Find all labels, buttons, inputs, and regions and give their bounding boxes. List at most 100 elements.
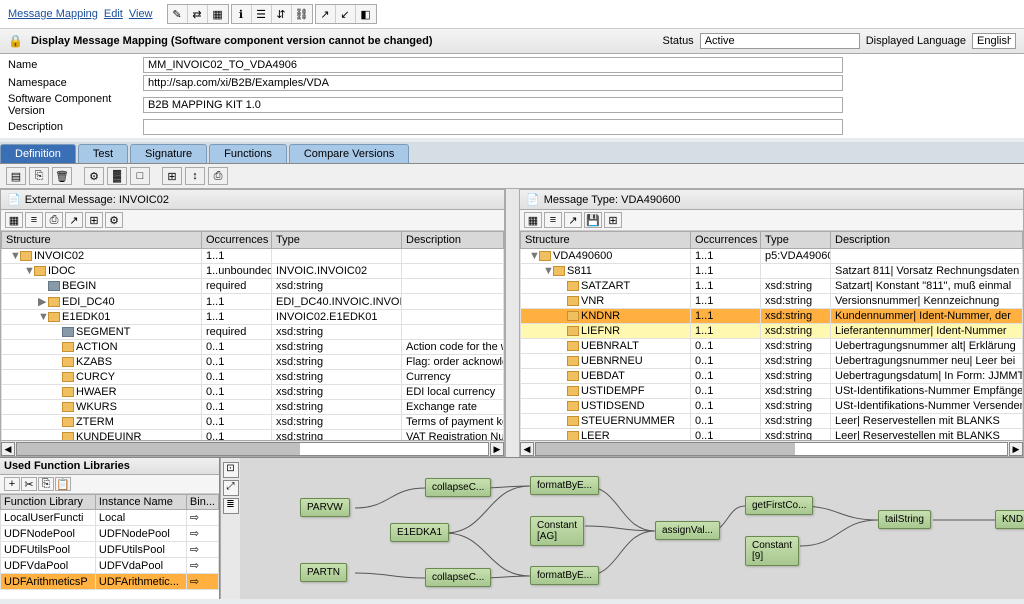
flow-node-cc2[interactable]: collapseC... xyxy=(425,568,491,587)
tool-icon[interactable]: ⎙ xyxy=(45,212,63,228)
table-row[interactable]: VNR1..1xsd:stringVersionsnummer| Kennzei… xyxy=(521,294,1023,309)
table-row[interactable]: HWAER0..1xsd:stringEDI local currency xyxy=(2,385,504,400)
table-row[interactable]: ZTERM0..1xsd:stringTerms of payment key xyxy=(2,415,504,430)
fit-icon[interactable]: ⤢ xyxy=(223,480,239,496)
left-hscroll[interactable]: ◀ ▶ xyxy=(1,440,504,456)
tool-icon[interactable]: □ xyxy=(130,167,150,185)
flow-node-parvw[interactable]: PARVW xyxy=(300,498,350,517)
import-icon[interactable]: ↙ xyxy=(336,5,356,23)
tool-icon[interactable]: ↕ xyxy=(185,167,205,185)
list-item[interactable]: LocalUserFunctiLocal⇨ xyxy=(1,510,219,526)
table-row[interactable]: BEGINrequiredxsd:string xyxy=(2,279,504,294)
right-grid[interactable]: Structure Occurrences Type Description ▼… xyxy=(520,231,1023,440)
tab-compare[interactable]: Compare Versions xyxy=(289,144,410,163)
scroll-right-icon[interactable]: ▶ xyxy=(1009,442,1023,456)
flow-node-const1[interactable]: Constant[AG] xyxy=(530,516,584,546)
col-description[interactable]: Description xyxy=(831,232,1023,249)
table-row[interactable]: ▼VDA4906001..1p5:VDA490600 xyxy=(521,249,1023,264)
scroll-left-icon[interactable]: ◀ xyxy=(1,442,15,456)
table-row[interactable]: ▼IDOC1..unboundedINVOIC.INVOIC02 xyxy=(2,264,504,279)
table-row[interactable]: ACTION0..1xsd:stringAction code for the … xyxy=(2,340,504,355)
tool-icon[interactable]: ⎙ xyxy=(208,167,228,185)
tool-icon[interactable]: ▦ xyxy=(5,212,23,228)
layout-icon[interactable]: ≣ xyxy=(223,498,239,514)
tool-icon[interactable]: ≡ xyxy=(25,212,43,228)
flow-node-tail[interactable]: tailString xyxy=(878,510,931,529)
info-icon[interactable]: ℹ xyxy=(232,5,252,23)
lib-col-bin[interactable]: Bin... xyxy=(186,495,218,510)
menu-edit[interactable]: Edit xyxy=(104,8,123,20)
list-item[interactable]: UDFNodePoolUDFNodePool⇨ xyxy=(1,526,219,542)
table-row[interactable]: ▼S8111..1Satzart 811| Vorsatz Rechnungsd… xyxy=(521,264,1023,279)
col-description[interactable]: Description xyxy=(402,232,504,249)
paste-icon[interactable]: 📋 xyxy=(55,477,71,491)
table-row[interactable]: UEBNRNEU0..1xsd:stringUebertragungsnumme… xyxy=(521,354,1023,369)
table-row[interactable]: KUNDEUINR0..1xsd:stringVAT Registration … xyxy=(2,430,504,441)
table-row[interactable]: LIEFNR1..1xsd:stringLieferantennummer| I… xyxy=(521,324,1023,339)
table-row[interactable]: STEUERNUMMER0..1xsd:stringLeer| Reserves… xyxy=(521,414,1023,429)
lib-col-instance[interactable]: Instance Name xyxy=(95,495,186,510)
name-field[interactable] xyxy=(143,57,843,73)
flow-node-kndnr[interactable]: KNDNR xyxy=(995,510,1024,529)
flow-node-cc1[interactable]: collapseC... xyxy=(425,478,491,497)
tool-icon[interactable]: ⚙ xyxy=(105,212,123,228)
tab-functions[interactable]: Functions xyxy=(209,144,287,163)
zoom-icon[interactable]: ⊡ xyxy=(223,462,239,478)
col-type[interactable]: Type xyxy=(761,232,831,249)
tool-icon[interactable]: ▤ xyxy=(6,167,26,185)
add-icon[interactable]: + xyxy=(4,477,20,491)
table-row[interactable]: ▼E1EDK011..1INVOIC02.E1EDK01 xyxy=(2,310,504,325)
tab-definition[interactable]: Definition xyxy=(0,144,76,163)
col-structure[interactable]: Structure xyxy=(2,232,202,249)
flow-node-const2[interactable]: Constant[9] xyxy=(745,536,799,566)
compare-icon[interactable]: ⇵ xyxy=(272,5,292,23)
left-grid[interactable]: Structure Occurrences Type Description ▼… xyxy=(1,231,504,440)
table-row[interactable]: ▶EDI_DC401..1EDI_DC40.INVOIC.INVOIC02 xyxy=(2,294,504,310)
table-row[interactable]: KNDNR1..1xsd:stringKundennummer| Ident-N… xyxy=(521,309,1023,324)
tool-icon[interactable]: ▦ xyxy=(524,212,542,228)
scroll-left-icon[interactable]: ◀ xyxy=(520,442,534,456)
tool-icon[interactable]: 💾 xyxy=(584,212,602,228)
table-row[interactable]: USTIDEMPF0..1xsd:stringUSt-Identifikatio… xyxy=(521,384,1023,399)
namespace-field[interactable] xyxy=(143,75,843,91)
table-row[interactable]: WKURS0..1xsd:stringExchange rate xyxy=(2,400,504,415)
tool-icon[interactable]: ⊞ xyxy=(85,212,103,228)
table-row[interactable]: LEER0..1xsd:stringLeer| Reservestellen m… xyxy=(521,429,1023,441)
export-icon[interactable]: ↗ xyxy=(316,5,336,23)
table-row[interactable]: KZABS0..1xsd:stringFlag: order acknowled… xyxy=(2,355,504,370)
list-item[interactable]: UDFVdaPoolUDFVdaPool⇨ xyxy=(1,558,219,574)
tree-icon[interactable]: ☰ xyxy=(252,5,272,23)
lib-col-library[interactable]: Function Library xyxy=(1,495,96,510)
tab-signature[interactable]: Signature xyxy=(130,144,207,163)
col-occurrences[interactable]: Occurrences xyxy=(202,232,272,249)
split-divider[interactable] xyxy=(505,189,519,457)
list-item[interactable]: UDFArithmeticsPUDFArithmetic...⇨ xyxy=(1,574,219,590)
tool-icon[interactable]: ≡ xyxy=(544,212,562,228)
table-row[interactable]: SATZART1..1xsd:stringSatzart| Konstant "… xyxy=(521,279,1023,294)
tool-icon[interactable]: 🗑 xyxy=(52,167,72,185)
pencil-icon[interactable]: ✎ xyxy=(168,5,188,23)
table-row[interactable]: ▼INVOIC021..1 xyxy=(2,249,504,264)
flow-node-assign[interactable]: assignVal... xyxy=(655,521,720,540)
flow-node-fbe2[interactable]: formatByE... xyxy=(530,566,599,585)
flow-node-getfirst[interactable]: getFirstCo... xyxy=(745,496,813,515)
menu-view[interactable]: View xyxy=(129,8,153,20)
grid-icon[interactable]: ▦ xyxy=(208,5,228,23)
link-icon[interactable]: ⛓ xyxy=(292,5,312,23)
flow-node-partn[interactable]: PARTN xyxy=(300,563,347,582)
description-field[interactable] xyxy=(143,119,843,135)
flow-node-fbe1[interactable]: formatByE... xyxy=(530,476,599,495)
tool-icon[interactable]: ▓ xyxy=(107,167,127,185)
list-item[interactable]: UDFUtilsPoolUDFUtilsPool⇨ xyxy=(1,542,219,558)
tool-icon[interactable]: ⚙ xyxy=(84,167,104,185)
tool-icon[interactable]: ↗ xyxy=(564,212,582,228)
table-row[interactable]: USTIDSEND0..1xsd:stringUSt-Identifikatio… xyxy=(521,399,1023,414)
mapping-flow[interactable]: PARVWE1EDKA1PARTNcollapseC...collapseC..… xyxy=(240,458,1024,599)
col-occurrences[interactable]: Occurrences xyxy=(691,232,761,249)
table-row[interactable]: UEBNRALT0..1xsd:stringUebertragungsnumme… xyxy=(521,339,1023,354)
table-row[interactable]: SEGMENTrequiredxsd:string xyxy=(2,325,504,340)
table-row[interactable]: CURCY0..1xsd:stringCurrency xyxy=(2,370,504,385)
table-row[interactable]: UEBDAT0..1xsd:stringUebertragungsdatum| … xyxy=(521,369,1023,384)
tool-icon[interactable]: ↗ xyxy=(65,212,83,228)
cut-icon[interactable]: ✂ xyxy=(21,477,37,491)
